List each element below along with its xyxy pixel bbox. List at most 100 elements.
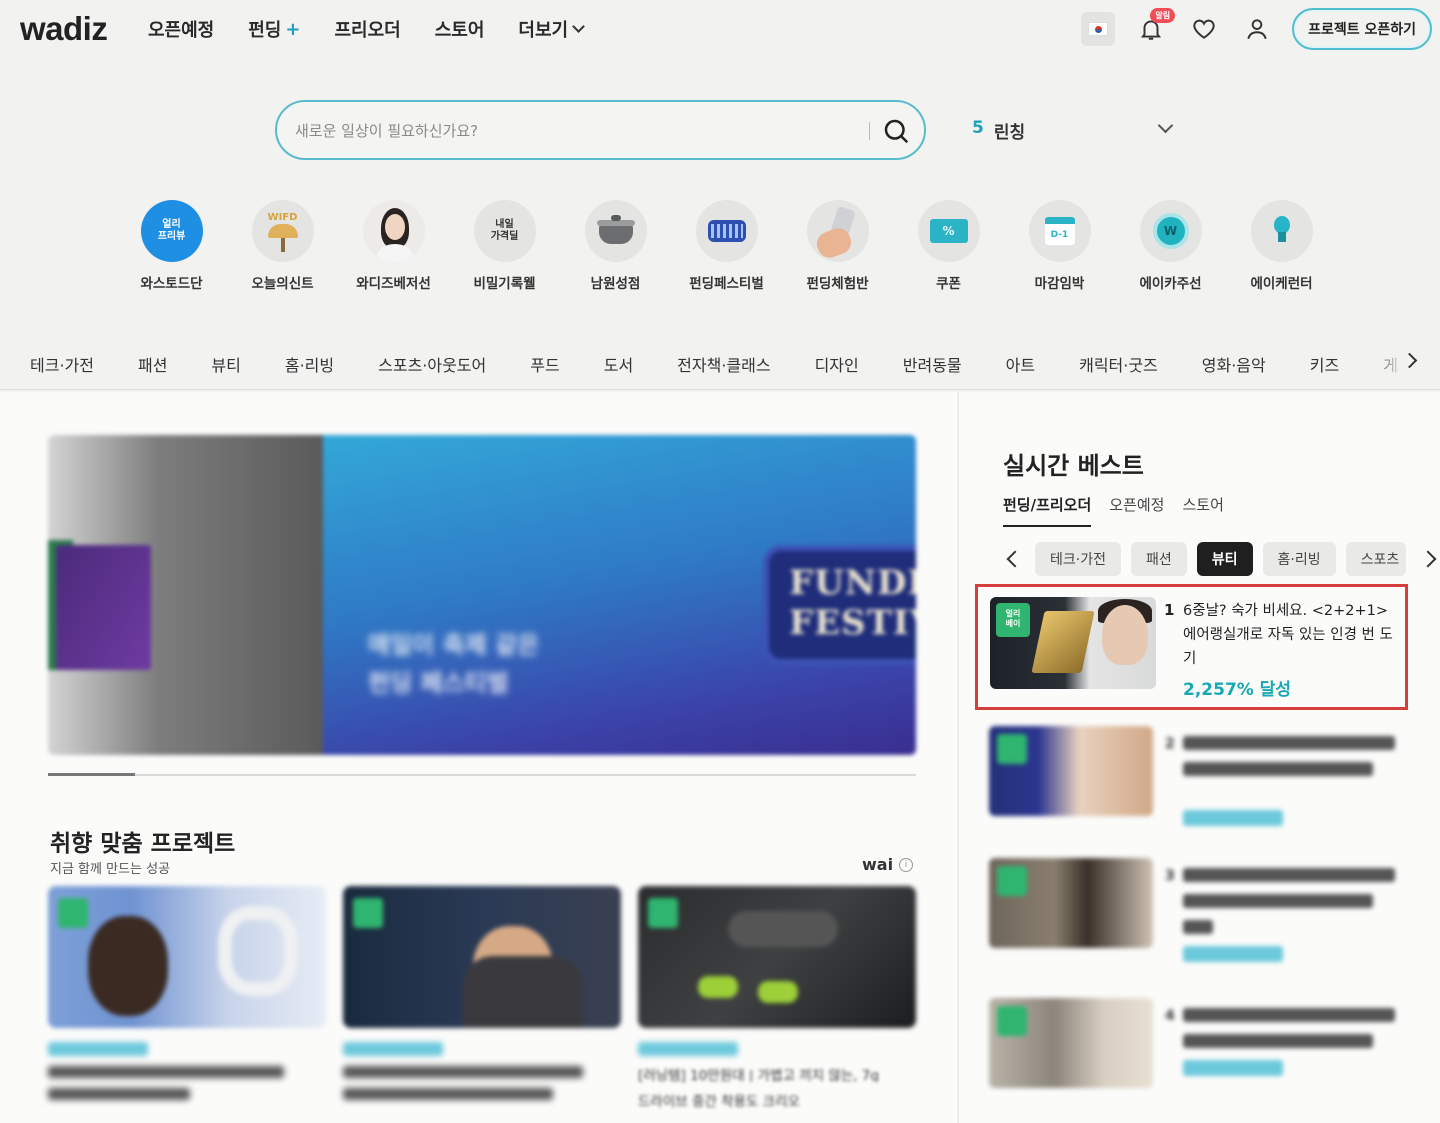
project-card-image <box>343 886 621 1028</box>
category-beauty[interactable]: 뷰티 <box>211 352 240 376</box>
shortcut-item[interactable]: 얼리 프리뷰 와스토드단 <box>116 200 227 292</box>
category-home[interactable]: 홈·리빙 <box>285 352 334 376</box>
shortcut-label: 와스토드단 <box>140 276 203 292</box>
category-kids[interactable]: 키즈 <box>1310 352 1339 376</box>
category-food[interactable]: 푸드 <box>530 352 559 376</box>
category-books[interactable]: 도서 <box>604 352 633 376</box>
notification-button[interactable]: 알림 <box>1133 8 1176 47</box>
language-button[interactable] <box>1081 12 1116 46</box>
wai-badge[interactable]: wai i <box>862 855 914 874</box>
calendar-d1-icon: D-1 <box>1028 200 1091 262</box>
shortcut-item[interactable]: % 쿠폰 <box>893 200 1004 292</box>
realtime-best-title: 실시간 베스트 <box>1003 452 1144 480</box>
festival-sign-text: FUNDIN FESTIVA <box>789 563 916 643</box>
my-page-button[interactable] <box>1239 11 1275 47</box>
shortcut-item[interactable]: W 에이카주선 <box>1115 200 1226 292</box>
cooking-pot-icon <box>584 200 647 262</box>
tab-funding-preorder[interactable]: 펀딩/프리오더 <box>1003 494 1092 527</box>
banner-progress <box>48 773 916 776</box>
user-icon <box>1247 19 1267 40</box>
recommend-cards: [러닝템] 10만원대 | 가볍고 끼지 않는, 7g 드라이브 중간 착용도 … <box>48 886 916 1108</box>
info-icon[interactable]: i <box>899 857 914 872</box>
shortcut-icon-text: WIFD <box>267 212 298 223</box>
best-item-tag: 얼리 베이 <box>996 603 1030 637</box>
best-item-title-line <box>1183 920 1213 934</box>
best-tabs: 펀딩/프리오더 오픈예정 스토어 <box>1003 494 1242 527</box>
category-tech[interactable]: 테크·가전 <box>30 352 94 376</box>
nav-preorder[interactable]: 프리오더 <box>334 16 400 42</box>
nav-funding[interactable]: 펀딩 + <box>248 16 300 42</box>
tab-upcoming[interactable]: 오픈예정 <box>1109 494 1164 527</box>
category-fashion[interactable]: 패션 <box>138 352 167 376</box>
wadiz-logo[interactable]: wadiz <box>20 10 108 48</box>
best-item-rank: 4 <box>1165 1008 1175 1024</box>
best-item[interactable]: 4 <box>989 998 1409 1098</box>
category-art[interactable]: 아트 <box>1006 352 1035 376</box>
category-fade <box>1370 340 1404 388</box>
shortcut-item[interactable]: 펀딩체험반 <box>782 200 893 292</box>
category-pets[interactable]: 반려동물 <box>903 352 962 376</box>
best-item-image <box>989 998 1153 1088</box>
best-item-rate <box>1183 810 1283 826</box>
shortcut-item[interactable]: 내일 가격딜 비밀기록웰 <box>449 200 560 292</box>
project-card[interactable]: [러닝템] 10만원대 | 가볍고 끼지 않는, 7g 드라이브 중간 착용도 … <box>638 886 916 1108</box>
open-project-button[interactable]: 프로젝트 오픈하기 <box>1292 8 1432 50</box>
shortcut-item[interactable]: 남원성점 <box>560 200 671 292</box>
chip-tech[interactable]: 테크·가전 <box>1035 542 1121 576</box>
shortcut-item[interactable]: D-1 마감임박 <box>1004 200 1115 292</box>
shortcut-item[interactable]: 펀딩페스티벌 <box>671 200 782 292</box>
chip-home[interactable]: 홈·리빙 <box>1262 542 1336 576</box>
best-item-title-line <box>1183 868 1395 882</box>
project-card-title-line: 드라이브 중간 착용도 크리오 <box>638 1094 800 1108</box>
chevron-right-icon[interactable] <box>1419 550 1437 568</box>
nav-store[interactable]: 스토어 <box>435 16 485 42</box>
nav-upcoming[interactable]: 오픈예정 <box>148 16 214 42</box>
global-header: wadiz 오픈예정 펀딩 + 프리오더 스토어 더보기 알림 프로젝트 오픈하기 <box>0 0 1440 62</box>
best-item-rank: 1 <box>1164 601 1175 619</box>
project-card-image <box>48 886 326 1028</box>
best-item-tag <box>997 866 1027 896</box>
best-item[interactable]: 3 <box>989 858 1409 962</box>
project-card[interactable] <box>48 886 326 1108</box>
best-item-image <box>989 858 1153 948</box>
best-item-rank: 3 <box>1165 868 1175 884</box>
project-card-tag <box>353 898 383 928</box>
best-item-image: 얼리 베이 <box>990 597 1156 689</box>
chip-sports[interactable]: 스포츠 <box>1345 542 1406 576</box>
project-card-rate <box>638 1042 738 1056</box>
best-item-image <box>989 726 1153 816</box>
nav-more[interactable]: 더보기 <box>518 16 585 42</box>
nav-preorder-label: 프리오더 <box>334 20 401 41</box>
search-input[interactable] <box>295 116 855 146</box>
category-bar: 테크·가전 패션 뷰티 홈·리빙 스포츠·아웃도어 푸드 도서 전자책·클래스 … <box>0 340 1440 390</box>
trending-keyword[interactable]: 5 린칭 <box>972 118 1025 143</box>
best-item-rate <box>1183 946 1283 962</box>
chip-fashion[interactable]: 패션 <box>1130 542 1187 576</box>
shortcut-item[interactable]: 에이케런터 <box>1226 200 1337 292</box>
chip-beauty[interactable]: 뷰티 <box>1196 542 1253 576</box>
shortcut-item[interactable]: 와디즈베저선 <box>338 200 449 292</box>
best-item-highlighted[interactable]: 얼리 베이 1 6중날? 숙가 비세요. <2+2+1> 에어랭실개로 자독 있… <box>975 584 1408 710</box>
category-sports[interactable]: 스포츠·아웃도어 <box>378 352 486 376</box>
person-photo-icon <box>362 200 425 262</box>
search-icon[interactable] <box>881 116 911 146</box>
main-banner[interactable]: 매일이 축제 같은 펀딩 페스티벌 FUNDIN FESTIVA <box>48 435 916 755</box>
project-card-tag <box>58 898 88 928</box>
category-design[interactable]: 디자인 <box>815 352 859 376</box>
tab-store[interactable]: 스토어 <box>1182 494 1223 527</box>
shortcut-item[interactable]: WIFD 오늘의신트 <box>227 200 338 292</box>
best-item-title-line <box>1183 762 1373 776</box>
best-item[interactable]: 2 <box>989 726 1409 826</box>
trending-keyword-label: 린칭 <box>993 123 1026 143</box>
category-ebook-class[interactable]: 전자책·클래스 <box>677 352 770 376</box>
chevron-left-icon[interactable] <box>1006 550 1024 568</box>
category-movie-music[interactable]: 영화·음악 <box>1202 352 1266 376</box>
project-card[interactable] <box>343 886 621 1108</box>
trending-chevron-down-icon[interactable] <box>1157 117 1174 134</box>
wishlist-button[interactable] <box>1186 11 1222 47</box>
chevron-down-icon <box>572 20 585 33</box>
project-card-rate <box>48 1042 148 1056</box>
project-card-title-line <box>48 1066 284 1078</box>
category-character-goods[interactable]: 캐릭터·굿즈 <box>1079 352 1158 376</box>
wai-label: wai <box>862 855 894 874</box>
